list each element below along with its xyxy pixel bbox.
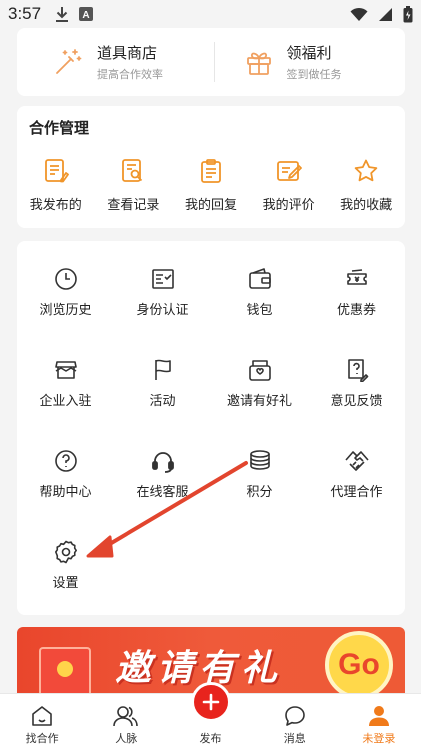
service-help-center[interactable]: 帮助中心	[17, 449, 114, 540]
service-label: 邀请有好礼	[226, 394, 292, 409]
service-id-verification[interactable]: 身份认证	[114, 267, 211, 358]
storefront-icon	[54, 361, 77, 379]
coop-label: 我发布的	[29, 198, 82, 213]
signal-icon	[379, 7, 392, 21]
nav-messages[interactable]: 消息	[253, 694, 337, 750]
nav-profile[interactable]: 未登录	[337, 694, 421, 750]
service-label: 在线客服	[136, 485, 189, 500]
nav-contacts[interactable]: 人脉	[84, 694, 168, 750]
service-label: 积分	[246, 485, 273, 500]
review-edit-icon	[276, 161, 302, 181]
nav-label: 发布	[199, 732, 222, 745]
go-button[interactable]: Go	[325, 631, 393, 693]
coop-item-my-reviews[interactable]: 我的评价	[250, 158, 328, 213]
headset-icon	[151, 452, 174, 473]
coop-item-my-posts[interactable]: 我发布的	[17, 158, 95, 213]
service-invite-gift[interactable]: 邀请有好礼	[211, 358, 308, 449]
coop-label: 我的回复	[184, 198, 237, 213]
nav-label: 找合作	[25, 732, 59, 745]
invite-gift-icon	[248, 360, 271, 381]
coop-label: 查看记录	[107, 198, 160, 213]
service-browse-history[interactable]: 浏览历史	[17, 267, 114, 358]
service-label: 钱包	[246, 303, 273, 318]
service-feedback[interactable]: 意见反馈	[308, 358, 405, 449]
clipboard-reply-icon	[201, 159, 221, 183]
service-label: 帮助中心	[39, 485, 92, 500]
service-label: 企业入驻	[39, 394, 92, 409]
prop-store-subtitle: 提高合作效率	[97, 68, 163, 81]
coop-item-view-records[interactable]: 查看记录	[95, 158, 173, 213]
coop-management-title: 合作管理	[29, 119, 90, 137]
status-time: 3:57	[8, 4, 42, 23]
service-settings[interactable]: 设置	[17, 540, 114, 631]
gift-icon	[246, 52, 271, 75]
welfare-subtitle: 签到做任务	[286, 68, 342, 81]
coop-label: 我的收藏	[340, 198, 393, 213]
prop-store-title: 道具商店	[97, 44, 158, 62]
home-icon	[32, 706, 52, 726]
welfare-title: 领福利	[286, 44, 332, 62]
handshake-icon	[344, 451, 369, 471]
edit-document-icon	[44, 159, 69, 183]
id-card-icon	[151, 269, 174, 289]
help-icon	[54, 450, 77, 472]
magic-wand-icon	[56, 49, 82, 74]
contacts-icon	[113, 706, 139, 727]
search-document-icon	[122, 159, 143, 182]
nav-label: 未登录	[362, 732, 396, 745]
invite-banner-text: 邀请有礼	[115, 648, 284, 689]
coupon-icon	[346, 269, 367, 285]
service-label: 代理合作	[330, 485, 383, 500]
coop-label: 我的评价	[262, 198, 315, 213]
service-wallet[interactable]: 钱包	[211, 267, 308, 358]
prop-store-entry[interactable]: 道具商店 提高合作效率	[17, 42, 214, 82]
plus-icon	[202, 693, 219, 711]
service-label: 意见反馈	[330, 394, 383, 409]
svg-text:A: A	[82, 10, 89, 21]
service-enterprise-join[interactable]: 企业入驻	[17, 358, 114, 449]
coins-icon	[249, 450, 270, 470]
coop-item-my-replies[interactable]: 我的回复	[172, 158, 250, 213]
download-icon	[56, 7, 69, 22]
service-online-support[interactable]: 在线客服	[114, 449, 211, 540]
services-card: 浏览历史 身份认证 钱包 优惠券 企业入驻 活动 邀请有好礼 意见反馈 帮助中心…	[17, 241, 405, 615]
welfare-entry[interactable]: 领福利 签到做任务	[213, 42, 406, 82]
star-icon	[354, 159, 378, 182]
service-activities[interactable]: 活动	[114, 358, 211, 449]
red-envelope-icon	[39, 647, 91, 693]
publish-button[interactable]	[190, 682, 231, 722]
nav-label: 人脉	[115, 732, 138, 745]
gear-icon	[54, 540, 77, 564]
service-label: 身份认证	[136, 303, 189, 318]
notification-a-icon: A	[79, 7, 94, 21]
nav-publish[interactable]: 发布	[168, 682, 252, 750]
status-bar: 3:57 A	[0, 0, 421, 28]
flag-icon	[154, 359, 171, 380]
wallet-icon	[248, 268, 271, 289]
battery-icon	[403, 5, 413, 22]
service-label: 浏览历史	[39, 303, 92, 318]
nav-find-cooperation[interactable]: 找合作	[0, 694, 84, 750]
coop-management-card: 合作管理 我发布的 查看记录 我的回复 我的评价 我的收藏	[17, 106, 405, 228]
service-label: 活动	[149, 394, 176, 409]
clock-icon	[54, 268, 77, 290]
top-shortcuts-card: 道具商店 提高合作效率 领福利 签到做任务	[17, 28, 405, 96]
service-agent-cooperation[interactable]: 代理合作	[308, 449, 405, 540]
user-icon	[368, 706, 389, 726]
feedback-icon	[347, 359, 368, 382]
service-points[interactable]: 积分	[211, 449, 308, 540]
service-label: 优惠券	[336, 303, 376, 318]
coop-item-my-favorites[interactable]: 我的收藏	[327, 158, 405, 213]
service-coupons[interactable]: 优惠券	[308, 267, 405, 358]
nav-label: 消息	[283, 732, 306, 745]
service-label: 设置	[52, 576, 79, 591]
message-icon	[284, 706, 305, 726]
wifi-icon	[350, 7, 368, 21]
bottom-nav: 找合作 人脉 发布 消息 未登录	[0, 682, 421, 750]
